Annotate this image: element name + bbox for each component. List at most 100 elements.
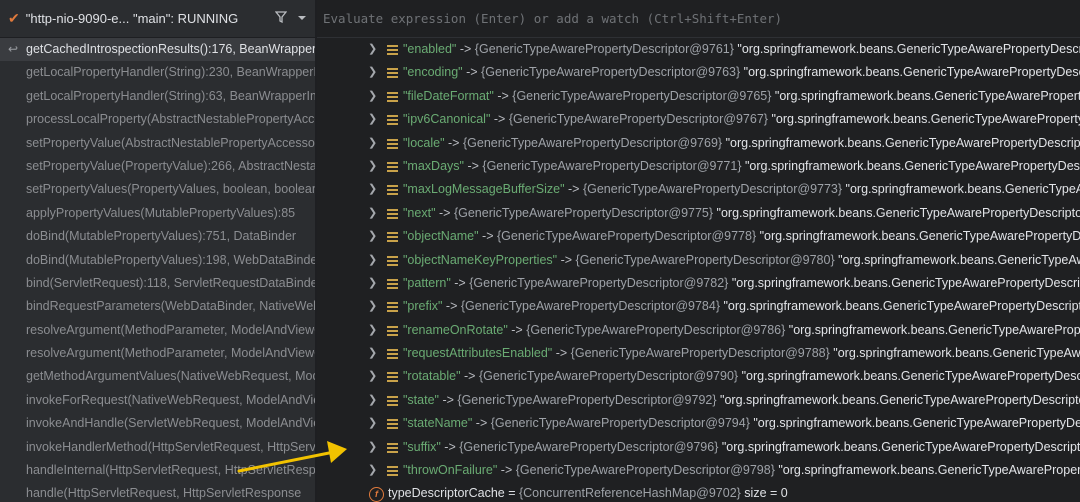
chevron-right-icon[interactable]: ❯ (368, 155, 377, 178)
field-icon (387, 138, 398, 149)
chevron-right-icon[interactable]: ❯ (368, 225, 377, 248)
stack-frame-label: getLocalPropertyHandler(String):230, Bea… (26, 65, 315, 80)
field-icon (387, 68, 398, 79)
chevron-right-icon[interactable]: ❯ (368, 365, 377, 388)
variable-value: "org.springframework.beans.GenericTypeAw… (716, 205, 1080, 220)
stack-frame-label: getLocalPropertyHandler(String):63, Bean… (26, 88, 315, 103)
variable-type: {GenericTypeAwarePropertyDescriptor@9769… (462, 135, 723, 150)
chevron-right-icon[interactable]: ❯ (368, 249, 377, 272)
chevron-right-icon[interactable]: ❯ (368, 85, 377, 108)
stack-frame-item[interactable]: doBind(MutablePropertyValues):751, DataB… (0, 225, 315, 248)
thread-selector[interactable]: ✔ "http-nio-9090-e... "main": RUNNING (0, 0, 315, 38)
stack-frame-item[interactable]: setPropertyValue(AbstractNestablePropert… (0, 132, 315, 155)
stack-frame-label: resolveArgument(MethodParameter, ModelAn… (26, 346, 315, 361)
variable-value: "org.springframework.beans.GenericTypeAw… (778, 463, 1080, 478)
arrow-separator: -> (442, 299, 461, 314)
chevron-down-icon[interactable] (297, 12, 307, 26)
variable-value: "org.springframework.beans.GenericTypeAw… (833, 346, 1080, 361)
stack-frame-item[interactable]: invokeForRequest(NativeWebRequest, Model… (0, 389, 315, 412)
variable-value: "org.springframework.beans.GenericTypeAw… (725, 135, 1080, 150)
variable-row[interactable]: ❯ "locale" -> {GenericTypeAwarePropertyDe… (317, 132, 1080, 155)
stack-frame-item[interactable]: setPropertyValues(PropertyValues, boolea… (0, 178, 315, 201)
variable-row[interactable]: ❯ "maxDays" -> {GenericTypeAwarePropertyD… (317, 155, 1080, 178)
variable-row[interactable]: ❯ "state" -> {GenericTypeAwarePropertyDes… (317, 389, 1080, 412)
variable-value: "org.springframework.beans.GenericTypeAw… (774, 88, 1080, 103)
chevron-right-icon[interactable]: ❯ (368, 436, 377, 459)
stack-frame-item[interactable]: handle(HttpServletRequest, HttpServletRe… (0, 482, 315, 502)
variable-row[interactable]: ❯ "objectName" -> {GenericTypeAwareProper… (317, 225, 1080, 248)
variable-row[interactable]: ❯ "throwOnFailure" -> {GenericTypeAwarePr… (317, 459, 1080, 482)
check-icon: ✔ (8, 10, 20, 26)
variable-key: "objectNameKeyProperties" (403, 252, 558, 267)
variable-key: "renameOnRotate" (403, 322, 508, 337)
variable-value: "org.springframework.beans.GenericTypeAw… (771, 112, 1080, 127)
field-icon (387, 442, 398, 453)
variable-value: "org.springframework.beans.GenericTypeAw… (720, 392, 1080, 407)
stack-frame-item[interactable]: getLocalPropertyHandler(String):63, Bean… (0, 85, 315, 108)
stack-frame-item[interactable]: applyPropertyValues(MutablePropertyValue… (0, 202, 315, 225)
arrow-separator: -> (507, 322, 527, 337)
variable-value: "org.springframework.beans.GenericTypeAw… (721, 439, 1080, 454)
field-icon (387, 232, 398, 243)
stack-frame-item[interactable]: invokeAndHandle(ServletWebRequest, Model… (0, 412, 315, 435)
arrow-separator: -> (557, 252, 576, 267)
chevron-right-icon[interactable]: ❯ (368, 295, 377, 318)
field-icon (387, 208, 398, 219)
variable-row[interactable]: ❯ "next" -> {GenericTypeAwarePropertyDesc… (317, 202, 1080, 225)
final-field-icon: f (369, 486, 384, 502)
variable-type: {GenericTypeAwarePropertyDescriptor@9775… (453, 205, 714, 220)
variable-row[interactable]: ❯ "pattern" -> {GenericTypeAwarePropertyD… (317, 272, 1080, 295)
stack-frame-item[interactable]: resolveArgument(MethodParameter, ModelAn… (0, 319, 315, 342)
variable-row[interactable]: ❯ "fileDateFormat" -> {GenericTypeAwarePr… (317, 85, 1080, 108)
variable-row[interactable]: ❯ "maxLogMessageBufferSize" -> {GenericTy… (317, 178, 1080, 201)
stack-frame-item[interactable]: doBind(MutablePropertyValues):198, WebDa… (0, 249, 315, 272)
chevron-right-icon[interactable]: ❯ (368, 342, 377, 365)
stack-frame-item[interactable]: setPropertyValue(PropertyValue):266, Abs… (0, 155, 315, 178)
variable-row[interactable]: ❯ "rotatable" -> {GenericTypeAwarePropert… (317, 365, 1080, 388)
variable-type: {GenericTypeAwarePropertyDescriptor@9763… (481, 65, 741, 80)
variable-row[interactable]: f typeDescriptorCache = {ConcurrentRefere… (317, 482, 1080, 502)
stack-frame-item[interactable]: invokeHandlerMethod(HttpServletRequest, … (0, 436, 315, 459)
chevron-right-icon[interactable]: ❯ (368, 202, 377, 225)
chevron-right-icon[interactable]: ❯ (368, 61, 377, 84)
stack-frame-item[interactable]: getLocalPropertyHandler(String):230, Bea… (0, 61, 315, 84)
stack-frame-item[interactable]: getMethodArgumentValues(NativeWebRequest… (0, 365, 315, 388)
chevron-right-icon[interactable]: ❯ (368, 272, 377, 295)
chevron-right-icon[interactable]: ❯ (368, 412, 377, 435)
variable-row[interactable]: ❯ "ipv6Canonical" -> {GenericTypeAwarePro… (317, 108, 1080, 131)
stack-frame-item[interactable]: processLocalProperty(AbstractNestablePro… (0, 108, 315, 131)
stack-frame-item[interactable]: ↩ getCachedIntrospectionResults():176, Be… (0, 38, 315, 62)
thread-label: "http-nio-9090-e... "main": RUNNING (25, 11, 239, 26)
variable-row[interactable]: ❯ "requestAttributesEnabled" -> {GenericT… (317, 342, 1080, 365)
stack-frame-item[interactable]: resolveArgument(MethodParameter, ModelAn… (0, 342, 315, 365)
chevron-right-icon[interactable]: ❯ (368, 38, 377, 61)
chevron-right-icon[interactable]: ❯ (368, 319, 377, 342)
variable-list: ❯ "enabled" -> {GenericTypeAwarePropertyD… (317, 38, 1080, 502)
variable-value: "org.springframework.beans.GenericTypeAw… (723, 299, 1080, 314)
evaluate-expression-input[interactable]: Evaluate expression (Enter) or add a wat… (317, 0, 1080, 38)
variable-key: "ipv6Canonical" (403, 112, 491, 127)
variable-key: "pattern" (403, 275, 451, 290)
chevron-right-icon[interactable]: ❯ (368, 108, 377, 131)
chevron-right-icon[interactable]: ❯ (368, 178, 377, 201)
variable-row[interactable]: ❯ "renameOnRotate" -> {GenericTypeAwarePr… (317, 319, 1080, 342)
variable-row[interactable]: ❯ "enabled" -> {GenericTypeAwarePropertyD… (317, 38, 1080, 61)
variable-row[interactable]: ❯ "prefix" -> {GenericTypeAwarePropertyDe… (317, 295, 1080, 318)
filter-icon[interactable] (274, 11, 288, 26)
variable-type: {GenericTypeAwarePropertyDescriptor@9771… (482, 158, 742, 173)
variable-row[interactable]: ❯ "stateName" -> {GenericTypeAwarePropert… (317, 412, 1080, 435)
stack-frame-item[interactable]: bindRequestParameters(WebDataBinder, Nat… (0, 295, 315, 318)
variable-row[interactable]: ❯ "objectNameKeyProperties" -> {GenericTy… (317, 249, 1080, 272)
variable-row[interactable]: ❯ "encoding" -> {GenericTypeAwareProperty… (317, 61, 1080, 84)
stack-frame-label: setPropertyValue(AbstractNestablePropert… (26, 135, 315, 150)
equals-separator: = (504, 486, 519, 501)
variable-key: "stateName" (403, 416, 473, 431)
chevron-right-icon[interactable]: ❯ (368, 389, 377, 412)
frames-panel: ✔ "http-nio-9090-e... "main": RUNNING ↩ g… (0, 0, 315, 502)
stack-frame-item[interactable]: bind(ServletRequest):118, ServletRequest… (0, 272, 315, 295)
arrow-separator: -> (440, 439, 460, 454)
variable-row[interactable]: ❯ "suffix" -> {GenericTypeAwarePropertyDe… (317, 436, 1080, 459)
chevron-right-icon[interactable]: ❯ (368, 132, 377, 155)
chevron-right-icon[interactable]: ❯ (368, 459, 377, 482)
stack-frame-item[interactable]: handleInternal(HttpServletRequest, HttpS… (0, 459, 315, 482)
